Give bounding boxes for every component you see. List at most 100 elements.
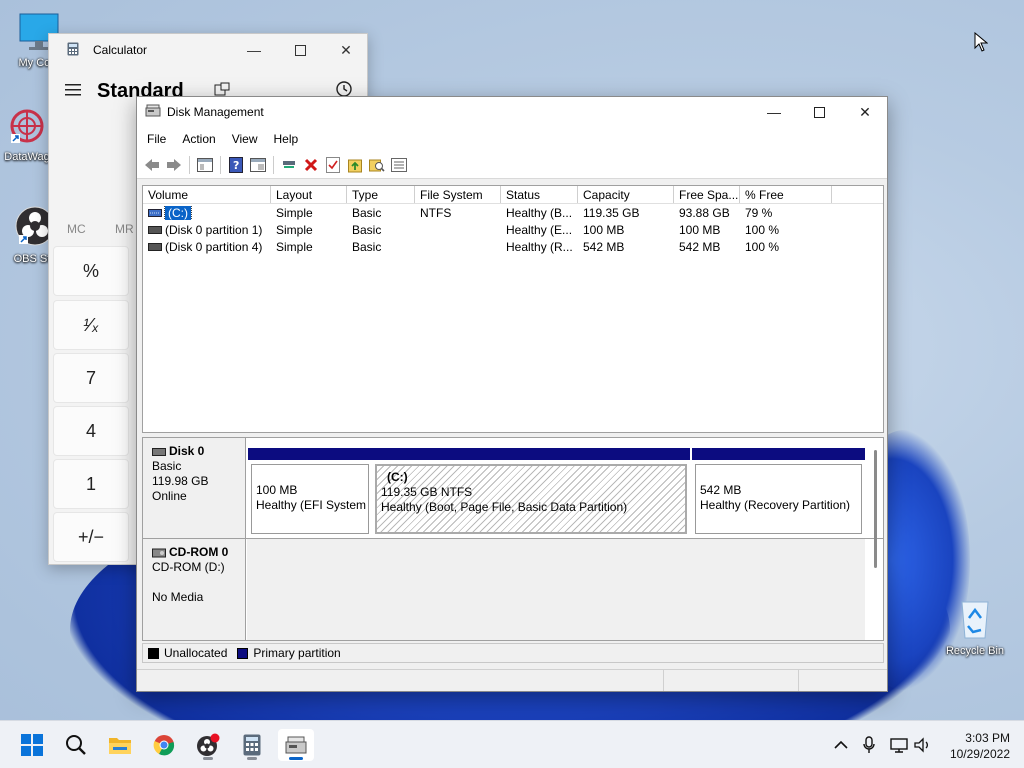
back-button[interactable] (141, 154, 163, 176)
partition-size: 119.35 GB NTFS (381, 485, 473, 499)
column-header-status[interactable]: Status (501, 186, 578, 203)
disk-0-size: 119.98 GB (152, 474, 209, 488)
desktop-icon-recycle-bin[interactable]: Recycle Bin (940, 596, 1010, 657)
partition-c-drive[interactable]: (C:) 119.35 GB NTFS Healthy (Boot, Page … (372, 448, 690, 534)
column-header-percent-free[interactable]: % Free (740, 186, 832, 203)
calculator-app-icon (67, 42, 79, 59)
disk-map[interactable]: Disk 0 Basic 119.98 GB Online 100 MB Hea… (142, 437, 884, 641)
column-header-file-system[interactable]: File System (415, 186, 501, 203)
delete-x-icon (304, 158, 318, 171)
back-arrow-icon (145, 158, 159, 171)
disk-management-window[interactable]: Disk Management — ✕ File Action View Hel… (136, 96, 888, 692)
network-monitor-icon (890, 738, 908, 753)
column-header-layout[interactable]: Layout (271, 186, 347, 203)
table-row[interactable]: (Disk 0 partition 1) Simple Basic Health… (143, 221, 883, 238)
calculator-close-button[interactable]: ✕ (323, 34, 369, 66)
show-hide-console-tree-button[interactable] (194, 154, 216, 176)
volume-drive-icon (148, 225, 162, 234)
maximize-button[interactable] (796, 97, 842, 127)
volume-percent-free: 100 % (745, 239, 780, 254)
microphone-icon (863, 736, 875, 753)
menu-action[interactable]: Action (174, 132, 223, 146)
table-row[interactable]: (C:) Simple Basic NTFS Healthy (B... 119… (143, 204, 883, 221)
cdrom-drive-icon (152, 548, 166, 557)
list-view-button[interactable] (388, 154, 410, 176)
chevron-up-icon (834, 740, 848, 749)
digit-1-key[interactable]: 1 (53, 459, 129, 509)
help-icon: ? (229, 156, 243, 173)
taskbar-disk-management[interactable] (278, 729, 314, 761)
column-header-type[interactable]: Type (347, 186, 415, 203)
calculator-minimize-button[interactable]: — (231, 34, 277, 66)
start-button[interactable] (14, 729, 50, 761)
folder-up-icon (348, 159, 362, 172)
show-hidden-icons-button[interactable] (829, 733, 853, 757)
status-pane (137, 670, 664, 691)
volume-name: (Disk 0 partition 4) (165, 239, 263, 254)
checklist-icon (326, 156, 340, 173)
column-header-volume[interactable]: Volume (143, 186, 271, 203)
hamburger-menu-icon[interactable] (65, 84, 81, 99)
volume-status: Healthy (R... (506, 239, 573, 254)
microphone-button[interactable] (857, 733, 881, 757)
disk-0-type: Basic (152, 459, 182, 473)
volume-percent-free: 100 % (745, 222, 780, 237)
clock-date: 10/29/2022 (949, 747, 1010, 761)
cdrom-0-label[interactable]: CD-ROM 0 CD-ROM (D:) No Media (143, 539, 246, 640)
close-button[interactable]: ✕ (842, 97, 888, 127)
calculator-maximize-button[interactable] (277, 34, 323, 66)
legend: Unallocated Primary partition (142, 643, 884, 663)
search-button[interactable] (366, 154, 388, 176)
minimize-button[interactable]: — (751, 97, 797, 127)
taskbar-calculator[interactable] (234, 729, 270, 761)
volume-status: Healthy (B... (506, 205, 573, 220)
legend-primary: Primary partition (253, 646, 341, 660)
menu-file[interactable]: File (139, 132, 174, 146)
memory-clear-button[interactable]: MC (67, 222, 86, 236)
maximize-icon (294, 44, 306, 56)
volume-capacity: 100 MB (583, 222, 625, 237)
volume-free-space: 542 MB (679, 239, 721, 254)
menu-help[interactable]: Help (266, 132, 307, 146)
export-button[interactable] (344, 154, 366, 176)
volume-button[interactable] (911, 733, 935, 757)
disk-0-label[interactable]: Disk 0 Basic 119.98 GB Online (143, 438, 246, 538)
percent-key[interactable]: % (53, 246, 129, 296)
speaker-icon (914, 737, 928, 753)
reciprocal-key[interactable]: ¹⁄ₓ (53, 300, 129, 350)
connect-button[interactable] (278, 154, 300, 176)
partition-body: 100 MB Healthy (EFI System P (251, 464, 369, 534)
disk-map-scrollbar[interactable] (874, 450, 877, 568)
taskbar-clock[interactable]: 3:03 PM 10/29/2022 (950, 730, 1010, 762)
column-header-blank (832, 186, 882, 203)
network-button[interactable] (887, 733, 911, 757)
memory-recall-button[interactable]: MR (115, 222, 134, 236)
table-row[interactable]: (Disk 0 partition 4) Simple Basic Health… (143, 238, 883, 255)
check-button[interactable] (322, 154, 344, 176)
svg-text:?: ? (233, 159, 239, 172)
properties-view-button[interactable] (247, 154, 269, 176)
volume-capacity: 119.35 GB (583, 205, 640, 220)
digit-4-key[interactable]: 4 (53, 406, 129, 456)
delete-button[interactable] (300, 154, 322, 176)
column-header-capacity[interactable]: Capacity (578, 186, 674, 203)
partition-bar (692, 448, 865, 460)
negate-key[interactable]: +/− (53, 512, 129, 562)
partition-efi[interactable]: 100 MB Healthy (EFI System P (248, 448, 372, 534)
taskbar-obs[interactable] (190, 729, 226, 761)
taskbar-file-explorer[interactable] (102, 729, 138, 761)
volume-list[interactable]: Volume Layout Type File System Status Ca… (142, 185, 884, 433)
connect-icon (283, 160, 295, 168)
menu-view[interactable]: View (224, 132, 266, 146)
cdrom-empty-area (247, 539, 865, 640)
help-button[interactable]: ? (225, 154, 247, 176)
column-header-free-space[interactable]: Free Spa... (674, 186, 740, 203)
search-button[interactable] (58, 729, 94, 761)
volume-name: (C:) (164, 205, 192, 220)
digit-7-key[interactable]: 7 (53, 353, 129, 403)
partition-recovery[interactable]: 542 MB Healthy (Recovery Partition) (692, 448, 865, 534)
disk-0-name: Disk 0 (169, 444, 205, 458)
forward-button[interactable] (163, 154, 185, 176)
taskbar-chrome[interactable] (146, 729, 182, 761)
volume-type: Basic (352, 239, 382, 254)
